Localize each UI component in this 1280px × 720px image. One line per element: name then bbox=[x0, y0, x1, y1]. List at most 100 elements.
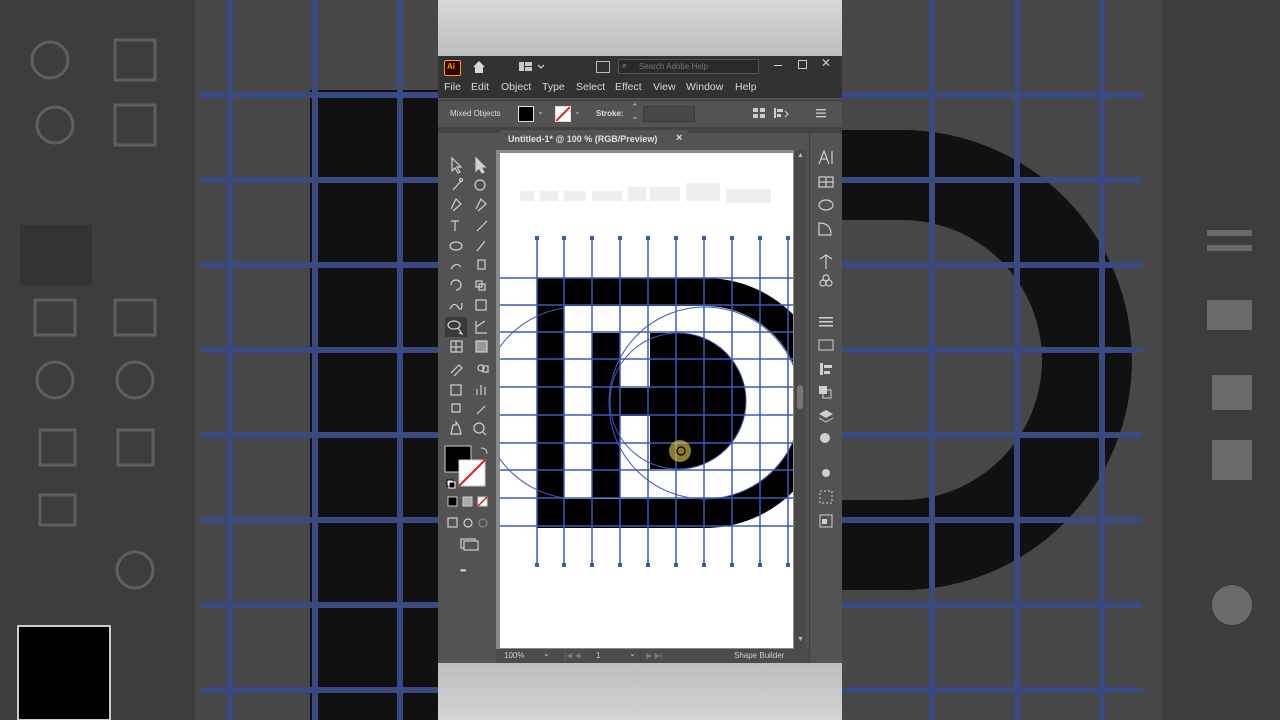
libraries-panel-icon[interactable] bbox=[818, 174, 834, 190]
stroke-stepper-icon[interactable]: ⌃ ⌄ bbox=[631, 103, 639, 121]
search-field[interactable]: ⌕ Search Adobe Help bbox=[618, 59, 759, 74]
vertical-scrollbar[interactable]: ▲ ▼ bbox=[794, 150, 806, 649]
magic-wand-tool[interactable] bbox=[445, 176, 463, 194]
zoom-dropdown-icon[interactable]: ⌄ bbox=[543, 649, 550, 658]
rotate-tool[interactable] bbox=[445, 277, 463, 295]
hand-tool[interactable] bbox=[445, 419, 463, 437]
symbol-sprayer-tool[interactable] bbox=[445, 379, 463, 397]
column-graph-tool[interactable] bbox=[471, 379, 489, 397]
fill-stroke-swatches[interactable] bbox=[445, 446, 487, 488]
paintbrush-tool[interactable] bbox=[471, 237, 489, 255]
scale-tool[interactable] bbox=[471, 277, 489, 295]
prev-artboard-icon[interactable]: |◀ ◀ bbox=[564, 651, 581, 660]
gradient-tool[interactable] bbox=[471, 338, 489, 356]
artboard[interactable] bbox=[500, 153, 793, 648]
mesh-tool[interactable] bbox=[445, 338, 463, 356]
close-tab-icon[interactable]: × bbox=[676, 132, 682, 144]
color-guide-panel-icon[interactable] bbox=[818, 197, 834, 213]
selection-tool[interactable] bbox=[445, 155, 463, 173]
artboard-tool[interactable] bbox=[445, 399, 463, 417]
menu-edit[interactable]: Edit bbox=[471, 81, 489, 93]
type-tool[interactable] bbox=[445, 217, 463, 235]
menu-file[interactable]: File bbox=[444, 81, 461, 93]
panel-toggle-icon[interactable] bbox=[596, 61, 610, 73]
transform-icon[interactable] bbox=[774, 107, 790, 119]
menu-select[interactable]: Select bbox=[576, 81, 605, 93]
title-bar: Ai ⌕ Search Adobe Help ✕ bbox=[438, 56, 842, 78]
fill-color-swatch[interactable] bbox=[518, 106, 534, 122]
tab-document[interactable]: Untitled-1* @ 100 % (RGB/Preview) × bbox=[500, 130, 688, 150]
search-icon: ⌕ bbox=[622, 60, 628, 70]
gradient-panel-icon[interactable] bbox=[818, 337, 834, 353]
scroll-up-icon[interactable]: ▲ bbox=[797, 152, 804, 159]
next-artboard-icon[interactable]: ▶ ▶| bbox=[646, 651, 663, 660]
menu-effect[interactable]: Effect bbox=[615, 81, 642, 93]
transform-panel-icon[interactable] bbox=[818, 489, 834, 505]
zoom-level[interactable]: 100% bbox=[504, 651, 524, 660]
scroll-down-icon[interactable]: ▼ bbox=[797, 636, 804, 643]
scroll-thumb[interactable] bbox=[797, 385, 803, 409]
draw-mode-button[interactable] bbox=[445, 515, 489, 529]
video-top-bar bbox=[438, 0, 842, 56]
artwork[interactable] bbox=[500, 153, 793, 648]
properties-panel-icon[interactable] bbox=[818, 465, 834, 481]
maximize-button[interactable] bbox=[798, 60, 807, 69]
cursor-highlight bbox=[669, 440, 691, 462]
artboard-number[interactable]: 1 bbox=[596, 651, 600, 660]
slice-tool[interactable] bbox=[471, 399, 489, 417]
asset-export-panel-icon[interactable] bbox=[818, 513, 834, 529]
stroke-label: Stroke: bbox=[596, 109, 624, 118]
stroke-panel-icon[interactable] bbox=[818, 313, 834, 329]
tools-panel: ••• bbox=[441, 133, 493, 663]
status-bar: 100% ⌄ |◀ ◀ 1 ⌄ ▶ ▶| Shape Builder bbox=[496, 649, 809, 663]
artboard-dropdown-icon[interactable]: ⌄ bbox=[629, 649, 636, 658]
app-logo-text: Ai bbox=[447, 62, 455, 71]
appearance-panel-icon[interactable] bbox=[818, 431, 834, 447]
background-blur-right bbox=[842, 0, 1280, 720]
stroke-weight-field[interactable] bbox=[643, 106, 695, 122]
close-window-button[interactable]: ✕ bbox=[821, 56, 831, 70]
eraser-tool[interactable] bbox=[471, 257, 489, 275]
video-bottom-bar bbox=[438, 663, 842, 720]
home-icon[interactable] bbox=[471, 59, 487, 75]
curvature-tool[interactable] bbox=[471, 196, 489, 214]
shaper-tool[interactable] bbox=[445, 257, 463, 275]
fill-dropdown-icon[interactable]: ⌄ bbox=[537, 107, 544, 116]
free-transform-tool[interactable] bbox=[471, 297, 489, 315]
lasso-tool[interactable] bbox=[471, 176, 489, 194]
search-placeholder: Search Adobe Help bbox=[639, 62, 708, 71]
line-tool[interactable] bbox=[471, 217, 489, 235]
character-panel-icon[interactable] bbox=[818, 149, 834, 165]
more-tools-button[interactable]: ••• bbox=[460, 566, 466, 575]
eyedropper-tool[interactable] bbox=[445, 359, 463, 377]
layers-panel-icon[interactable] bbox=[818, 409, 834, 425]
menu-help[interactable]: Help bbox=[735, 81, 757, 93]
panel-menu-icon[interactable] bbox=[816, 108, 826, 118]
control-bar: Mixed Objects ⌄ ⌄ Stroke: ⌃ ⌄ bbox=[438, 100, 842, 128]
selection-type-label: Mixed Objects bbox=[450, 109, 501, 118]
pathfinder-panel-icon[interactable] bbox=[818, 385, 834, 401]
menu-type[interactable]: Type bbox=[542, 81, 565, 93]
symbols-panel-icon[interactable] bbox=[818, 276, 834, 292]
menu-view[interactable]: View bbox=[653, 81, 676, 93]
perspective-grid-tool[interactable] bbox=[471, 318, 489, 336]
direct-selection-tool[interactable] bbox=[471, 155, 489, 173]
zoom-tool[interactable] bbox=[471, 419, 489, 437]
menu-object[interactable]: Object bbox=[501, 81, 531, 93]
workspace-switcher-icon[interactable] bbox=[518, 60, 546, 74]
shape-builder-tool[interactable] bbox=[445, 318, 463, 336]
minimize-button[interactable] bbox=[774, 65, 782, 66]
blend-tool[interactable] bbox=[471, 359, 489, 377]
stroke-color-swatch[interactable] bbox=[555, 106, 571, 122]
app-logo: Ai bbox=[444, 60, 461, 76]
warp-tool[interactable] bbox=[445, 297, 463, 315]
menu-window[interactable]: Window bbox=[686, 81, 723, 93]
screen-mode-button[interactable] bbox=[459, 537, 479, 553]
brushes-panel-icon[interactable] bbox=[818, 254, 834, 270]
stroke-dropdown-icon[interactable]: ⌄ bbox=[574, 107, 581, 116]
align-icon[interactable] bbox=[753, 108, 765, 118]
ellipse-tool[interactable] bbox=[445, 237, 463, 255]
pen-tool[interactable] bbox=[445, 196, 463, 214]
align-panel-icon[interactable] bbox=[818, 361, 834, 377]
graphic-styles-panel-icon[interactable] bbox=[818, 221, 834, 237]
